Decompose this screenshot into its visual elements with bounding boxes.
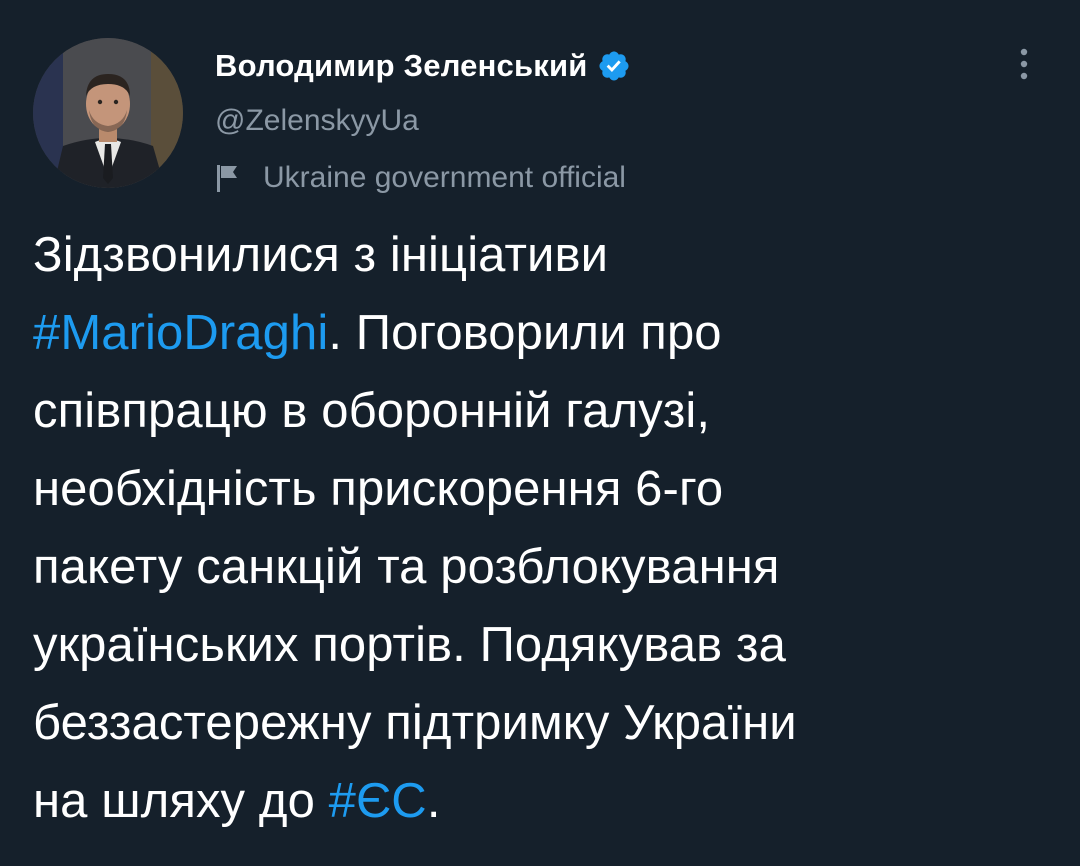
tweet-text: Зідзвонилися з ініціативи #MarioDraghi. … xyxy=(33,216,1053,840)
tweet-line: на шляху до #ЄС. xyxy=(33,762,1053,840)
hashtag-link-mariodraghi[interactable]: #MarioDraghi xyxy=(33,306,328,360)
tweet-text-segment: співпрацю в оборонній галузі, xyxy=(33,384,711,438)
tweet-text-segment: Зідзвонилися з ініціативи xyxy=(33,228,609,282)
avatar[interactable] xyxy=(33,38,183,188)
hashtag-link-eu[interactable]: #ЄС xyxy=(329,774,427,828)
display-name[interactable]: Володимир Зеленський xyxy=(215,48,587,84)
more-options-icon xyxy=(1020,48,1028,80)
tweet-text-segment: необхідність прискорення 6-го xyxy=(33,462,724,516)
more-options-button[interactable] xyxy=(1002,40,1046,88)
tweet-card: Володимир Зеленський @ZelenskyyUa Ukrain… xyxy=(0,0,1080,866)
tweet-line: необхідність прискорення 6-го xyxy=(33,450,1053,528)
tweet-text-segment: . xyxy=(426,774,441,828)
affiliation-label-text: Ukraine government official xyxy=(263,161,626,194)
profile-photo xyxy=(33,38,183,188)
tweet-text-segment: . Поговорили про xyxy=(328,306,722,360)
tweet-line: пакету санкцій та розблокування xyxy=(33,528,1053,606)
tweet-text-segment: на шляху до xyxy=(33,774,329,828)
tweet-line: українських портів. Подякував за xyxy=(33,606,1053,684)
tweet-line: беззастережну підтримку України xyxy=(33,684,1053,762)
tweet-line: співпрацю в оборонній галузі, xyxy=(33,372,1053,450)
tweet-text-segment: пакету санкцій та розблокування xyxy=(33,540,780,594)
tweet-text-segment: українських портів. Подякував за xyxy=(33,618,786,672)
author-handle[interactable]: @ZelenskyyUa xyxy=(215,104,419,138)
tweet-line: Зідзвонилися з ініціативи xyxy=(33,216,1053,294)
author-name-row: Володимир Зеленський xyxy=(215,44,631,88)
verified-badge-icon xyxy=(597,49,631,83)
tweet-text-segment: беззастережну підтримку України xyxy=(33,696,797,750)
affiliation-label[interactable]: Ukraine government official xyxy=(215,156,626,200)
flag-icon xyxy=(215,162,245,194)
tweet-line: #MarioDraghi. Поговорили про xyxy=(33,294,1053,372)
